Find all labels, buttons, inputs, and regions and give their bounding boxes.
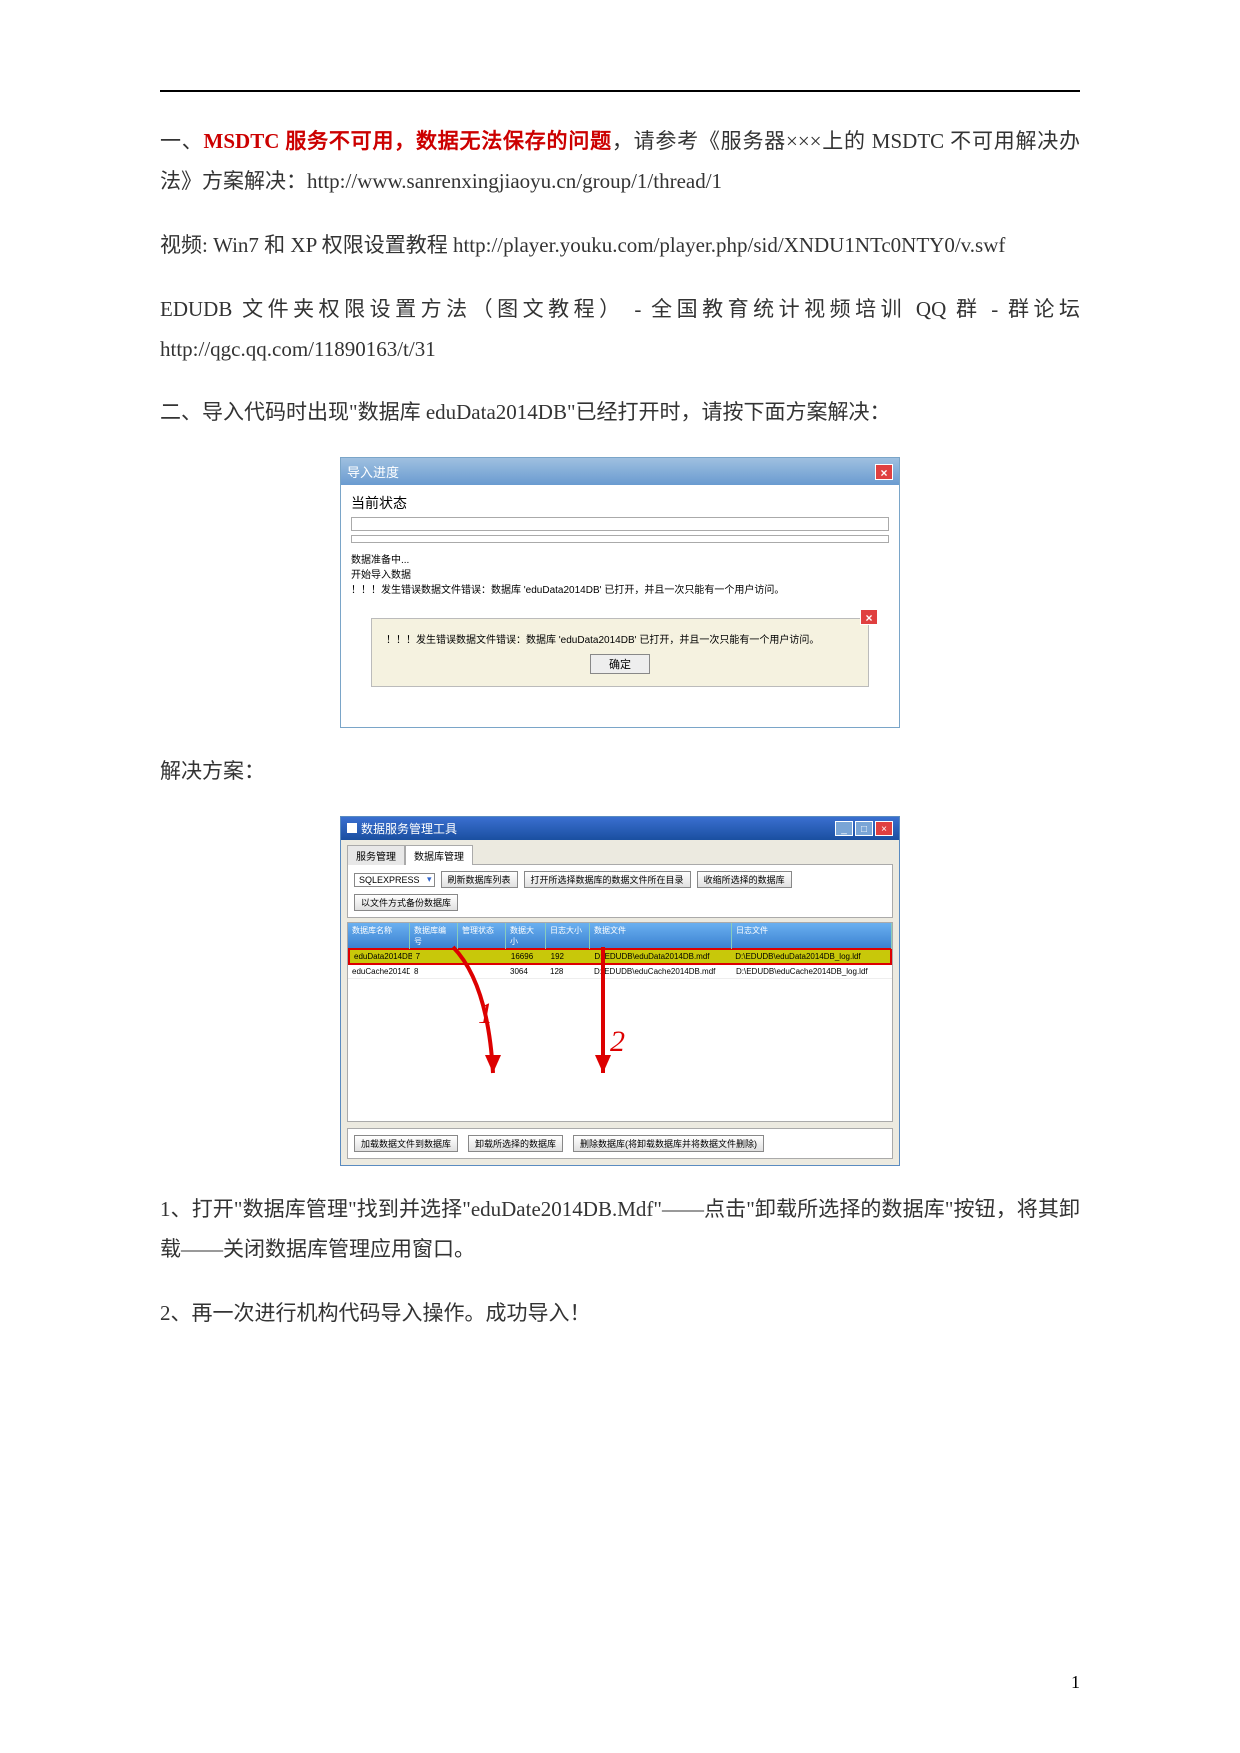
table-cell: 3064 — [506, 965, 546, 978]
table-cell: 16696 — [507, 950, 547, 963]
th-logsize: 日志大小 — [546, 923, 590, 949]
table-cell: eduCache2014DB — [348, 965, 410, 978]
th-logfile: 日志文件 — [732, 923, 892, 949]
refresh-button[interactable]: 刷新数据库列表 — [441, 871, 518, 888]
annotation-number-1: 1 — [478, 997, 493, 1030]
backup-button[interactable]: 以文件方式备份数据库 — [354, 894, 458, 911]
table-cell: 128 — [546, 965, 590, 978]
th-datasize: 数据大小 — [506, 923, 546, 949]
th-id: 数据库编号 — [410, 923, 458, 949]
screenshot-db-manager: 数据服务管理工具 _ □ × 服务管理 数据库管理 SQLEXPRESS 刷新数… — [160, 816, 1080, 1166]
table-body: eduData2014DB716696192D:\EDUDB\eduData20… — [348, 948, 892, 979]
tab-db-mgmt[interactable]: 数据库管理 — [405, 845, 473, 865]
log-line-1: 数据准备中... — [351, 553, 889, 568]
page-number: 1 — [1071, 1672, 1080, 1693]
dialog-titlebar: 导入进度 × — [341, 458, 899, 485]
state-label: 当前状态 — [351, 491, 889, 517]
annotation-number-2: 2 — [610, 1025, 625, 1058]
solution-label: 解决方案： — [160, 752, 1080, 792]
progress-bar-main — [351, 517, 889, 531]
step-1: 1、打开"数据库管理"找到并选择"eduDate2014DB.Mdf"——点击"… — [160, 1190, 1080, 1270]
progress-bar-sub — [351, 535, 889, 543]
toolbar: SQLEXPRESS 刷新数据库列表 打开所选择数据库的数据文件所在目录 收缩所… — [347, 864, 893, 918]
table-header-row: 数据库名称 数据库编号 管理状态 数据大小 日志大小 数据文件 日志文件 — [348, 923, 892, 949]
th-name: 数据库名称 — [348, 923, 410, 949]
open-dir-button[interactable]: 打开所选择数据库的数据文件所在目录 — [524, 871, 691, 888]
paragraph-3: EDUDB 文件夹权限设置方法（图文教程） - 全国教育统计视频培训 QQ 群 … — [160, 290, 1080, 370]
table-row[interactable]: eduCache2014DB83064128D:\EDUDB\eduCache2… — [348, 965, 892, 979]
table-cell — [459, 950, 507, 963]
paragraph-2: 视频: Win7 和 XP 权限设置教程 http://player.youku… — [160, 226, 1080, 266]
table-cell — [458, 965, 506, 978]
close-icon[interactable]: × — [875, 464, 893, 480]
error-message-box: × ！！！发生错误数据文件错误：数据库 'eduData2014DB' 已打开，… — [371, 618, 869, 687]
shrink-db-button[interactable]: 收缩所选择的数据库 — [697, 871, 792, 888]
error-text: ！！！发生错误数据文件错误：数据库 'eduData2014DB' 已打开，并且… — [386, 631, 854, 646]
bottom-toolbar: 加载数据文件到数据库 卸载所选择的数据库 删除数据库(将卸载数据库并将数据文件删… — [347, 1128, 893, 1159]
window-titlebar: 数据服务管理工具 _ □ × — [341, 817, 899, 840]
dialog-title-text: 导入进度 — [347, 462, 399, 481]
horizontal-rule — [160, 90, 1080, 92]
th-state: 管理状态 — [458, 923, 506, 949]
close-icon[interactable]: × — [860, 609, 878, 625]
dialog-body: 当前状态 数据准备中... 开始导入数据 ！！！发生错误数据文件错误：数据库 '… — [341, 485, 899, 727]
server-select[interactable]: SQLEXPRESS — [354, 873, 435, 887]
import-progress-dialog: 导入进度 × 当前状态 数据准备中... 开始导入数据 ！！！发生错误数据文件错… — [340, 457, 900, 728]
delete-db-button[interactable]: 删除数据库(将卸载数据库并将数据文件删除) — [573, 1135, 764, 1152]
paragraph-4: 二、导入代码时出现"数据库 eduData2014DB"已经打开时，请按下面方案… — [160, 393, 1080, 433]
tab-service-mgmt[interactable]: 服务管理 — [347, 845, 405, 865]
table-cell: 192 — [547, 950, 591, 963]
window-title: 数据服务管理工具 — [361, 822, 457, 836]
log-line-2: 开始导入数据 — [351, 568, 889, 583]
close-icon[interactable]: × — [875, 821, 893, 836]
log-line-3: ！！！发生错误数据文件错误：数据库 'eduData2014DB' 已打开，并且… — [351, 583, 889, 598]
table-cell: 8 — [410, 965, 458, 978]
ok-button[interactable]: 确定 — [590, 654, 650, 674]
table-cell: D:\EDUDB\eduCache2014DB.mdf — [590, 965, 732, 978]
p1-red-title: MSDTC 服务不可用，数据无法保存的问题 — [204, 129, 612, 153]
paragraph-1: 一、MSDTC 服务不可用，数据无法保存的问题，请参考《服务器×××上的 MSD… — [160, 122, 1080, 202]
minimize-icon[interactable]: _ — [835, 821, 853, 836]
detach-button[interactable]: 卸载所选择的数据库 — [468, 1135, 563, 1152]
attach-button[interactable]: 加载数据文件到数据库 — [354, 1135, 458, 1152]
step-2: 2、再一次进行机构代码导入操作。成功导入！ — [160, 1294, 1080, 1334]
th-datafile: 数据文件 — [590, 923, 732, 949]
table-cell: D:\EDUDB\eduData2014DB_log.ldf — [731, 950, 890, 963]
table-cell: 7 — [412, 950, 460, 963]
table-cell: eduData2014DB — [350, 950, 412, 963]
db-manager-window: 数据服务管理工具 _ □ × 服务管理 数据库管理 SQLEXPRESS 刷新数… — [340, 816, 900, 1166]
tab-bar: 服务管理 数据库管理 — [341, 840, 899, 864]
table-cell: D:\EDUDB\eduCache2014DB_log.ldf — [732, 965, 892, 978]
maximize-icon[interactable]: □ — [855, 821, 873, 836]
p1-prefix: 一、 — [160, 129, 204, 153]
screenshot-import-progress: 导入进度 × 当前状态 数据准备中... 开始导入数据 ！！！发生错误数据文件错… — [160, 457, 1080, 728]
db-table: 数据库名称 数据库编号 管理状态 数据大小 日志大小 数据文件 日志文件 edu… — [347, 922, 893, 1122]
log-area: 数据准备中... 开始导入数据 ！！！发生错误数据文件错误：数据库 'eduDa… — [351, 553, 889, 598]
app-icon — [347, 823, 357, 833]
table-cell: D:\EDUDB\eduData2014DB.mdf — [590, 950, 731, 963]
table-row[interactable]: eduData2014DB716696192D:\EDUDB\eduData20… — [348, 948, 892, 965]
